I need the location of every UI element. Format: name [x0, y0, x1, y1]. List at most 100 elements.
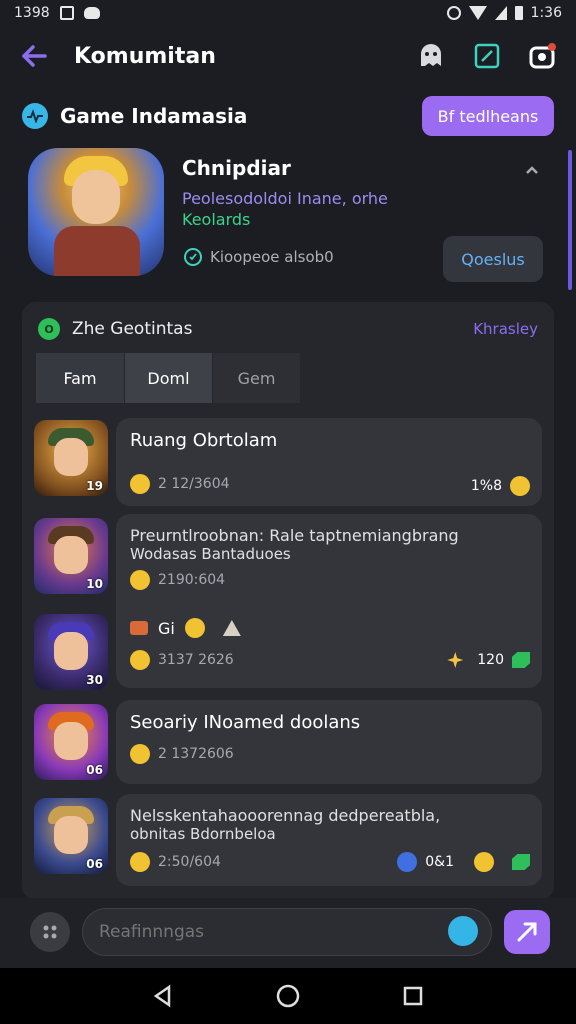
nav-recents-icon[interactable] — [398, 981, 428, 1011]
message-reactions: 0&1 — [397, 852, 530, 872]
app-bar: Komumitan — [0, 30, 576, 82]
message-body: Wodasas Bantaduoes — [130, 545, 291, 563]
join-button[interactable]: Bf tedlheans — [422, 96, 554, 136]
battery-icon — [514, 6, 523, 20]
camera-notification-icon[interactable] — [528, 41, 558, 71]
system-nav-bar — [0, 968, 576, 1024]
message-body: obnitas Bdornbeloa — [130, 825, 276, 843]
message-time: 3137 2626 — [158, 652, 234, 668]
message-reactions: 1%8 — [471, 476, 530, 496]
message-time: 2 1372606 — [158, 746, 234, 762]
smile-emoji-icon[interactable] — [474, 852, 494, 872]
alarm-icon — [446, 6, 461, 20]
profile-card: Chnipdiar Peolesodoldoi Inane, orhe Keol… — [22, 144, 554, 284]
level-badge: 06 — [86, 763, 103, 777]
wifi-icon — [468, 6, 487, 20]
list-item[interactable]: 06 Seoariy INoamed doolans 2 1372606 — [34, 700, 542, 784]
avatar[interactable] — [28, 148, 164, 276]
message-bubble[interactable]: Ruang Obrtolam 2 12/3604 1%8 — [116, 418, 542, 506]
list-item[interactable]: 10 Preurntlroobnan: Rale taptnemiangbran… — [34, 514, 542, 688]
panel-header: O Zhe Geotintas Khrasley — [38, 316, 538, 342]
description-line-2: Keolards — [182, 210, 251, 229]
tab-doml[interactable]: Doml — [124, 353, 212, 403]
grid-icon[interactable] — [30, 912, 70, 952]
sticker-icon[interactable] — [448, 916, 478, 946]
avatar[interactable]: 06 — [34, 798, 108, 874]
nav-back-icon[interactable] — [148, 981, 178, 1011]
message-bubble[interactable]: Nelsskentahaooorennag dedpereatbla, obni… — [116, 794, 542, 886]
message-header: Gi — [130, 618, 241, 638]
edit-icon[interactable] — [472, 41, 502, 71]
page-title: Komumitan — [74, 43, 216, 69]
avatar[interactable]: 06 — [34, 704, 108, 780]
message-meta: 2 1372606 — [130, 744, 234, 764]
online-indicator-icon: O — [38, 318, 60, 340]
list-item[interactable]: 06 Nelsskentahaooorennag dedpereatbla, o… — [34, 794, 542, 886]
smile-emoji-icon — [130, 744, 150, 764]
ghost-icon[interactable] — [416, 41, 446, 71]
details-button[interactable]: Qoeslus — [443, 236, 543, 282]
message-title: Seoariy INoamed doolans — [130, 712, 361, 733]
back-arrow-icon[interactable] — [18, 40, 50, 72]
reaction-count: 1%8 — [470, 478, 502, 494]
status-bar: 1398 1:36 — [0, 0, 576, 26]
gem-icon[interactable] — [512, 854, 530, 870]
list-item[interactable]: 30 Gi 3137 2626 120 — [34, 612, 542, 690]
send-button[interactable] — [504, 910, 550, 954]
avatar[interactable]: 19 — [34, 420, 108, 496]
message-title: Ruang Obrtolam — [130, 430, 278, 451]
level-badge: 06 — [86, 857, 103, 871]
gem-icon[interactable] — [512, 652, 530, 668]
message-reactions: 120 — [447, 652, 530, 668]
list-item[interactable]: 19 Ruang Obrtolam 2 12/3604 1%8 — [34, 418, 542, 506]
tab-fam[interactable]: Fam — [36, 353, 124, 403]
signal-icon — [494, 6, 507, 20]
tab-gem[interactable]: Gem — [212, 353, 300, 403]
message-meta: 3137 2626 — [130, 650, 234, 670]
check-circle-icon — [184, 248, 202, 266]
message-bubble[interactable]: Seoariy INoamed doolans 2 1372606 — [116, 700, 542, 784]
panel-title: Zhe Geotintas — [72, 319, 193, 339]
level-badge: 30 — [86, 673, 103, 687]
smile-emoji-icon — [130, 650, 150, 670]
composer — [0, 898, 576, 968]
heart-rate-icon — [22, 103, 48, 129]
chevron-up-icon[interactable] — [522, 160, 542, 180]
avatar[interactable]: 30 — [34, 614, 108, 690]
message-input[interactable] — [82, 908, 492, 956]
avatar[interactable]: 10 — [34, 518, 108, 594]
message-title: Preurntlroobnan: Rale taptnemiangbrang — [130, 526, 459, 545]
profile-description: Peolesodoldoi Inane, orhe Keolards — [182, 188, 442, 230]
status-clock: 1:36 — [530, 5, 562, 21]
group-header: Game Indamasia Bf tedlheans — [22, 96, 554, 136]
profile-status: Kioopeoe alsob0 — [184, 248, 334, 266]
cookie-icon — [130, 621, 148, 635]
tab-bar: Fam Doml Gem — [36, 353, 300, 403]
smile-emoji-icon — [130, 570, 150, 590]
smile-emoji-icon — [184, 618, 205, 638]
smile-emoji-icon — [130, 852, 150, 872]
smile-emoji-icon[interactable] — [510, 476, 530, 496]
message-meta: 2190:604 — [130, 570, 225, 590]
nav-home-icon[interactable] — [273, 981, 303, 1011]
level-badge: 10 — [86, 577, 103, 591]
panel-link[interactable]: Khrasley — [473, 320, 538, 338]
message-time: 2190:604 — [158, 572, 226, 588]
message-title: Nelsskentahaooorennag dedpereatbla, — [130, 806, 441, 825]
status-text: Kioopeoe alsob0 — [210, 248, 334, 266]
scrollbar[interactable] — [568, 150, 572, 290]
crown-icon — [222, 620, 241, 636]
sparkle-icon — [447, 652, 464, 668]
level-badge: 19 — [86, 479, 103, 493]
message-time: 2:50/604 — [158, 854, 221, 870]
chat-panel: O Zhe Geotintas Khrasley Fam Doml Gem 19… — [22, 302, 554, 900]
badge-icon — [397, 852, 418, 872]
notification-icon — [59, 6, 74, 20]
group-name: Game Indamasia — [60, 104, 248, 128]
status-time: 1398 — [14, 5, 50, 21]
reaction-count: 120 — [477, 652, 504, 668]
profile-name: Chnipdiar — [182, 156, 291, 180]
message-meta: 2:50/604 — [130, 852, 221, 872]
reaction-count: 0&1 — [425, 854, 454, 870]
message-title: Gi — [158, 618, 175, 638]
